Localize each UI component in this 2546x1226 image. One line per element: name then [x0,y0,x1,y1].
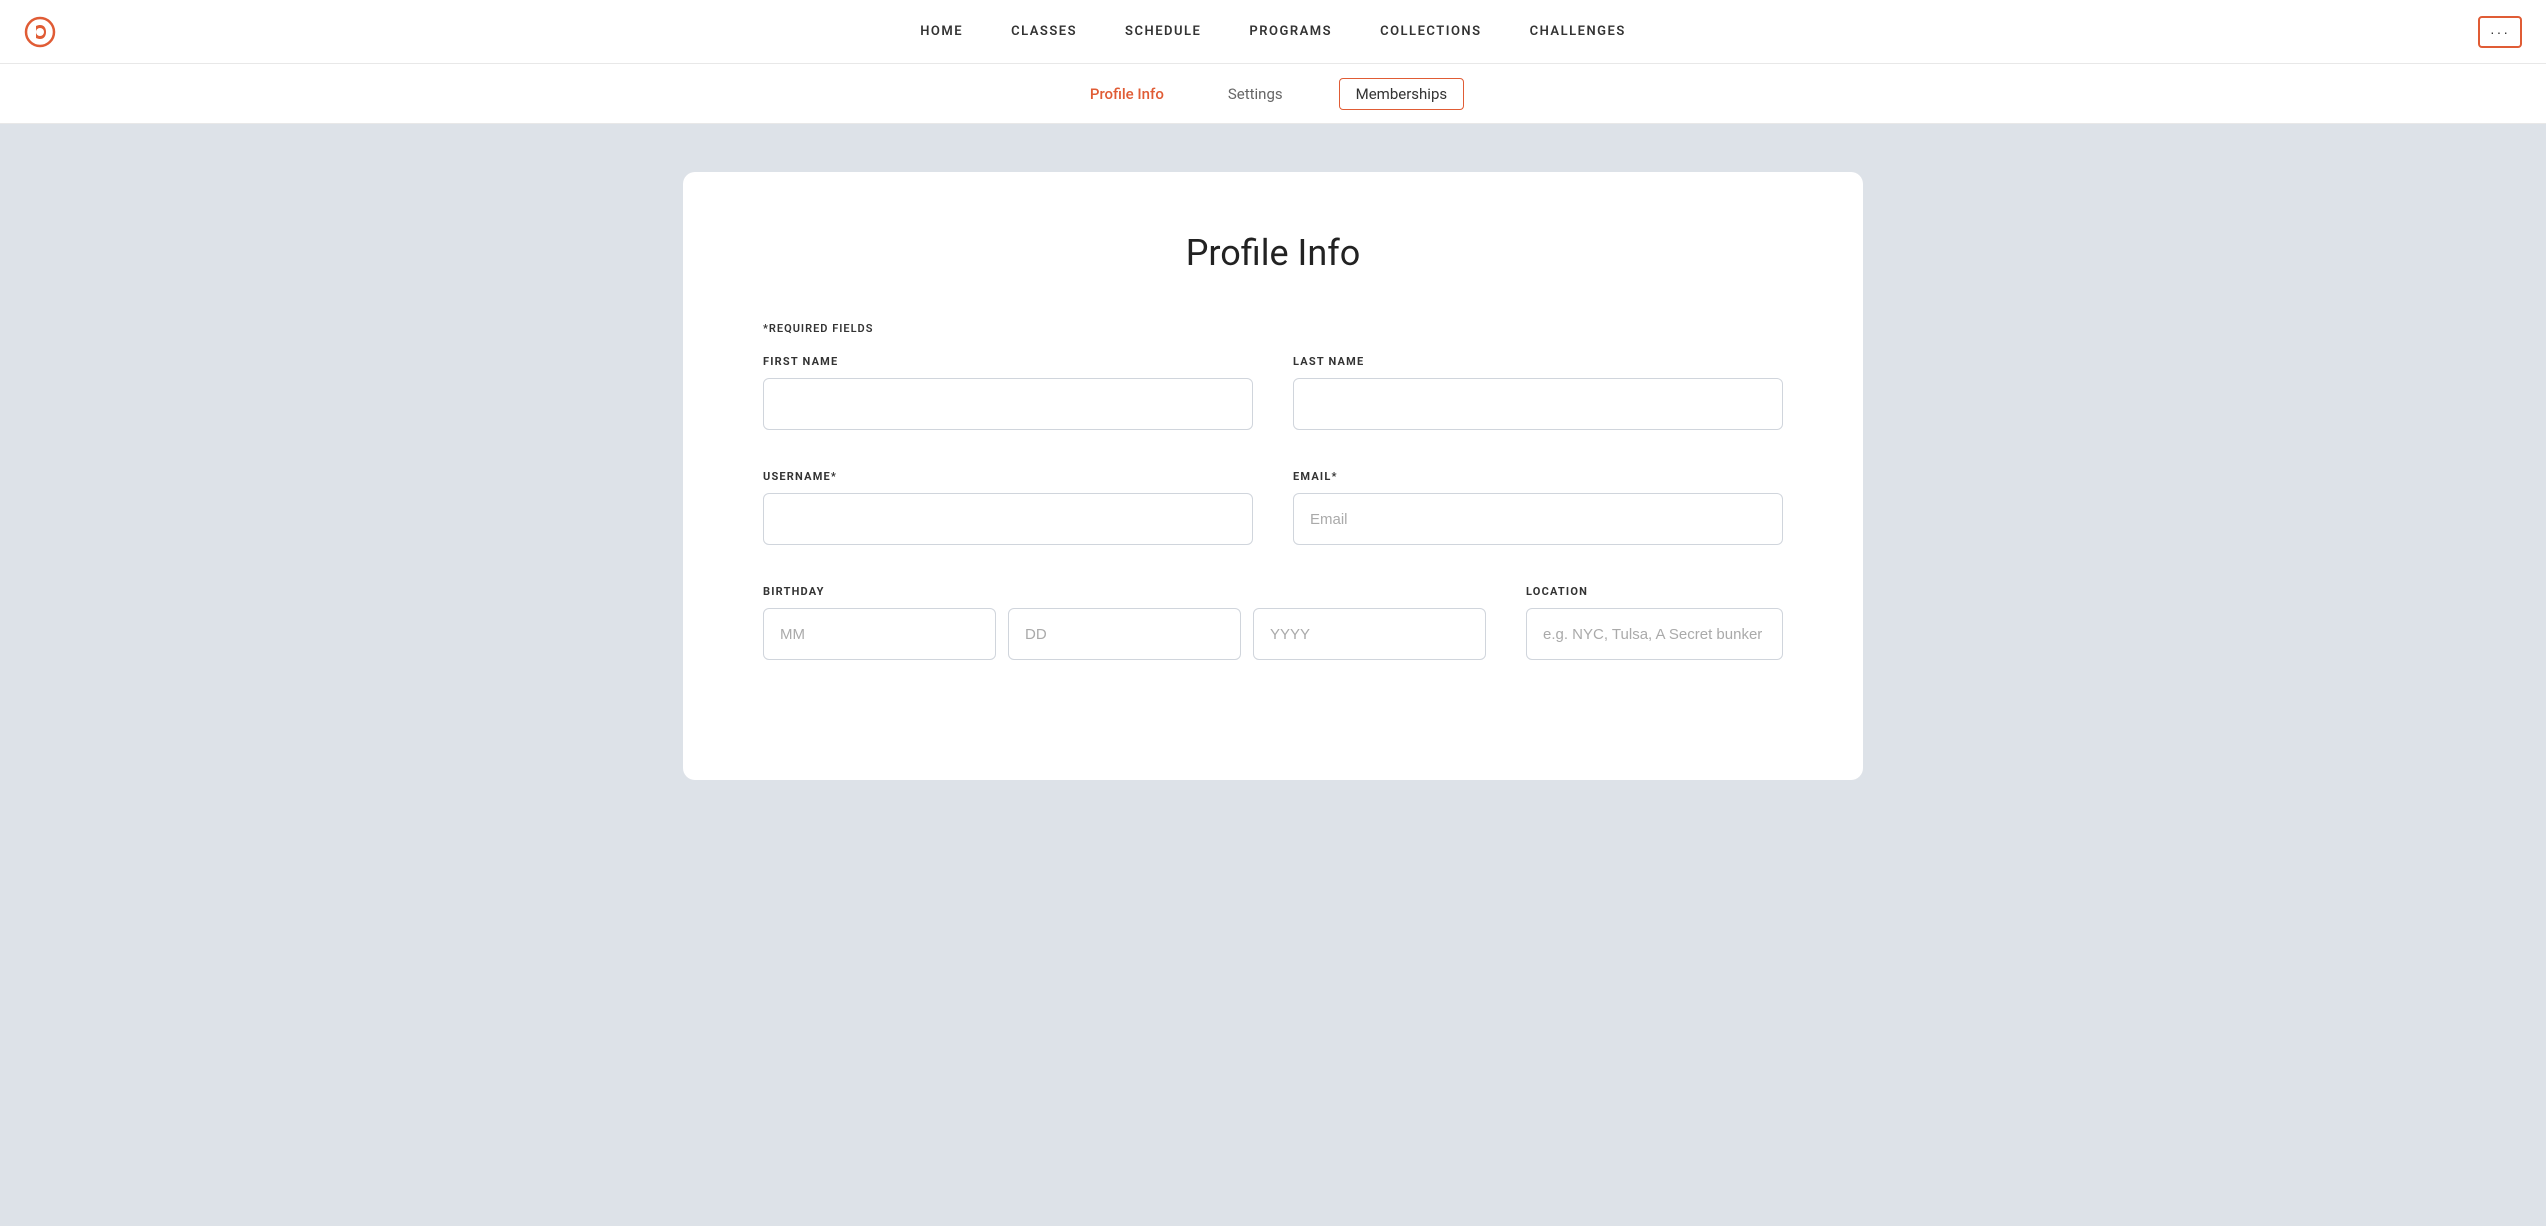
first-name-input[interactable] [763,378,1253,430]
nav-programs[interactable]: PROGRAMS [1249,24,1332,39]
last-name-label: LAST NAME [1293,355,1783,368]
birthday-dd-input[interactable] [1008,608,1241,660]
email-input[interactable] [1293,493,1783,545]
nav-challenges[interactable]: CHALLENGES [1530,24,1626,39]
subnav-settings[interactable]: Settings [1220,81,1291,107]
name-row: FIRST NAME LAST NAME [763,355,1783,430]
first-name-group: FIRST NAME [763,355,1253,430]
last-name-group: LAST NAME [1293,355,1783,430]
profile-title: Profile Info [763,232,1783,274]
top-navigation: HOME CLASSES SCHEDULE PROGRAMS COLLECTIO… [0,0,2546,64]
nav-collections[interactable]: COLLECTIONS [1380,24,1482,39]
birthday-mm-input[interactable] [763,608,996,660]
subnav-profile-info[interactable]: Profile Info [1082,81,1172,107]
sub-navigation: Profile Info Settings Memberships [0,64,2546,124]
last-name-input[interactable] [1293,378,1783,430]
location-group: LOCATION [1526,585,1783,660]
first-name-label: FIRST NAME [763,355,1253,368]
location-input[interactable] [1526,608,1783,660]
logo[interactable] [24,16,56,48]
nav-home[interactable]: HOME [920,24,963,39]
required-fields-note: *REQUIRED FIELDS [763,322,1783,335]
main-content: Profile Info *REQUIRED FIELDS FIRST NAME… [0,124,2546,1226]
email-group: EMAIL* [1293,470,1783,545]
more-menu-button[interactable]: ··· [2478,16,2522,48]
profile-card: Profile Info *REQUIRED FIELDS FIRST NAME… [683,172,1863,780]
birthday-location-row: BIRTHDAY LOCATION [763,585,1783,660]
nav-classes[interactable]: CLASSES [1011,24,1077,39]
birthday-inputs [763,608,1486,660]
nav-links: HOME CLASSES SCHEDULE PROGRAMS COLLECTIO… [920,24,1626,39]
birthday-label: BIRTHDAY [763,585,1486,598]
username-email-row: USERNAME* EMAIL* [763,470,1783,545]
nav-schedule[interactable]: SCHEDULE [1125,24,1201,39]
birthday-group: BIRTHDAY [763,585,1486,660]
username-input[interactable] [763,493,1253,545]
email-label: EMAIL* [1293,470,1783,483]
username-label: USERNAME* [763,470,1253,483]
birthday-yyyy-input[interactable] [1253,608,1486,660]
location-label: LOCATION [1526,585,1783,598]
subnav-memberships[interactable]: Memberships [1339,78,1464,110]
username-group: USERNAME* [763,470,1253,545]
